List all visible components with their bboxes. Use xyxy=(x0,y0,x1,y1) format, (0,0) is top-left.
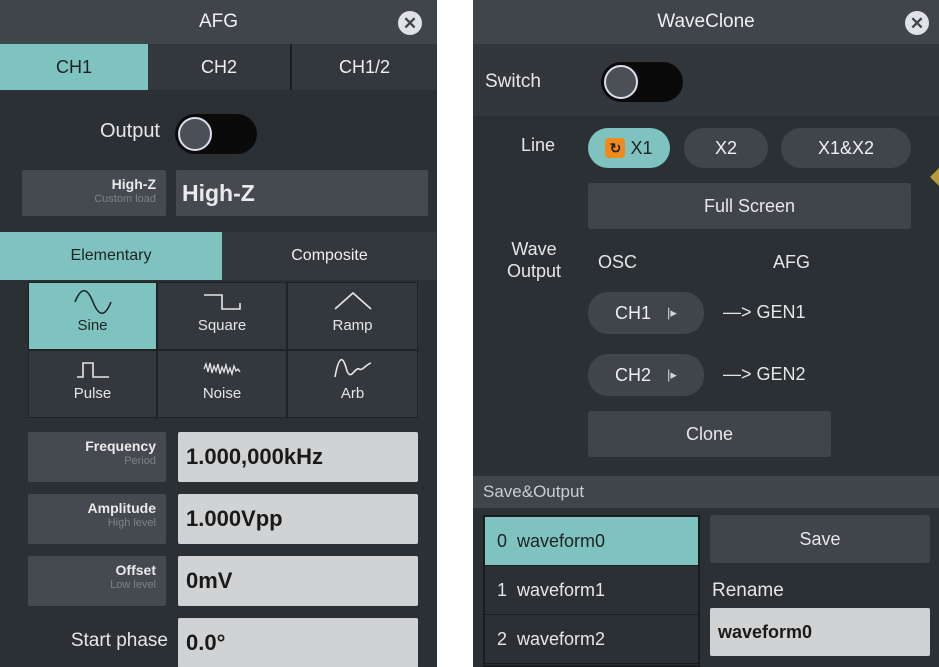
waveclone-panel: WaveClone ✕ Switch Line ↻ X1 X2 X1&X2 Fu… xyxy=(473,0,939,667)
side-pointer-icon xyxy=(930,168,939,186)
ch1-dropdown-arrow-icon: |▸ xyxy=(667,305,677,320)
switch-label: Switch xyxy=(485,71,541,92)
offset-label-button[interactable]: Offset Low level xyxy=(28,556,166,606)
afg-title-bar: AFG xyxy=(0,0,437,44)
afg-panel: AFG ✕ CH1 CH2 CH1/2 Output High-Z Custom… xyxy=(0,0,437,667)
waveform-sine[interactable]: Sine xyxy=(28,282,157,350)
save-button[interactable]: Save xyxy=(710,515,930,563)
tab-elementary[interactable]: Elementary xyxy=(0,232,222,280)
load-selector[interactable]: High-Z Custom load xyxy=(22,170,166,216)
tab-ch2[interactable]: CH2 xyxy=(148,44,292,90)
sine-wave-icon xyxy=(73,289,112,315)
tab-ch1-2[interactable]: CH1/2 xyxy=(292,44,437,90)
wave-output-label: Wave Output xyxy=(506,239,562,281)
afg-title: AFG xyxy=(198,11,239,32)
waveform-noise[interactable]: Noise xyxy=(157,350,287,418)
offset-field[interactable]: 0mV xyxy=(178,556,418,606)
start-phase-field[interactable]: 0.0° xyxy=(178,618,418,667)
waveform-pulse[interactable]: Pulse xyxy=(28,350,157,418)
ch1-target: —> GEN1 xyxy=(723,302,806,322)
waveclone-title: WaveClone xyxy=(657,11,755,32)
load-value[interactable]: High-Z xyxy=(176,170,428,216)
ch2-dropdown-arrow-icon: |▸ xyxy=(667,367,677,382)
waveclone-close-icon[interactable]: ✕ xyxy=(905,11,929,35)
waveclone-title-bar: WaveClone xyxy=(473,0,939,44)
switch-row xyxy=(473,44,939,116)
rename-input[interactable]: waveform0 xyxy=(710,608,930,656)
ch2-target: —> GEN2 xyxy=(723,364,806,384)
waveform-ramp[interactable]: Ramp xyxy=(287,282,418,350)
output-label: Output xyxy=(99,120,160,142)
pulse-wave-icon xyxy=(76,362,109,378)
line-x2-button[interactable]: X2 xyxy=(684,128,768,168)
list-item[interactable]: 2 waveform2 xyxy=(485,615,698,664)
line-x1-button[interactable]: ↻ X1 xyxy=(588,128,670,168)
amplitude-label-button[interactable]: Amplitude High level xyxy=(28,494,166,544)
output-toggle[interactable] xyxy=(175,114,257,154)
refresh-icon: ↻ xyxy=(605,138,626,158)
save-output-header: Save&Output xyxy=(473,476,939,508)
ramp-wave-icon xyxy=(333,291,372,310)
frequency-label-button[interactable]: Frequency Period xyxy=(28,432,166,482)
waveform-square[interactable]: Square xyxy=(157,282,287,350)
clone-button[interactable]: Clone xyxy=(588,411,831,457)
frequency-field[interactable]: 1.000,000kHz xyxy=(178,432,418,482)
osc-ch1-selector[interactable]: CH1 |▸ xyxy=(588,292,704,334)
waveform-list: 0 waveform0 1 waveform1 2 waveform2 xyxy=(483,515,700,667)
waveform-arb[interactable]: Arb xyxy=(287,350,418,418)
line-x1x2-button[interactable]: X1&X2 xyxy=(781,128,911,168)
osc-ch2-selector[interactable]: CH2 |▸ xyxy=(588,354,704,396)
full-screen-button[interactable]: Full Screen xyxy=(588,183,911,229)
noise-wave-icon xyxy=(203,361,241,377)
tab-ch1[interactable]: CH1 xyxy=(0,44,148,90)
osc-label: OSC xyxy=(598,252,638,272)
arb-wave-icon xyxy=(333,358,371,378)
rename-label: Rename xyxy=(712,580,784,601)
output-toggle-knob xyxy=(178,117,212,151)
start-phase-label: Start phase xyxy=(70,630,168,651)
amplitude-field[interactable]: 1.000Vpp xyxy=(178,494,418,544)
afg-label: AFG xyxy=(773,252,811,272)
switch-toggle-knob xyxy=(604,65,638,99)
waveclone-switch-toggle[interactable] xyxy=(601,62,683,102)
list-item[interactable]: 0 waveform0 xyxy=(485,517,698,566)
list-item[interactable]: 1 waveform1 xyxy=(485,566,698,615)
square-wave-icon xyxy=(204,294,241,310)
afg-close-icon[interactable]: ✕ xyxy=(398,11,422,35)
tab-composite[interactable]: Composite xyxy=(222,232,437,280)
line-label: Line xyxy=(521,135,556,155)
